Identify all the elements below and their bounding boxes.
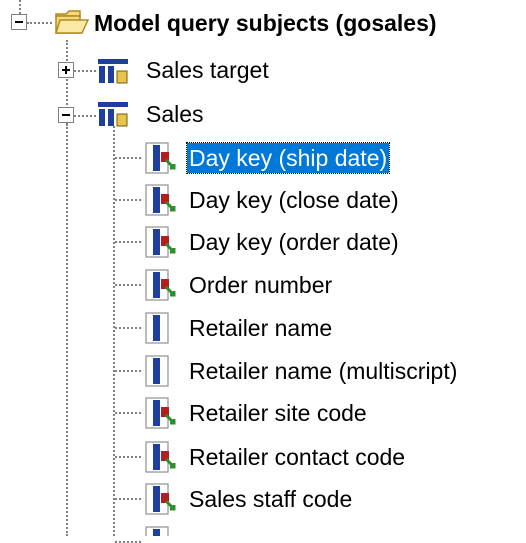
field-item[interactable]: Retailer name — [187, 308, 334, 348]
field-label: Day key (ship date) — [185, 142, 391, 174]
field-label: Retailer name — [189, 315, 333, 341]
identifier-icon — [145, 142, 176, 174]
field-label: Retailer contact code — [189, 444, 406, 470]
tree-node-root[interactable]: Model query subjects (gosales) — [92, 3, 439, 43]
tree-line — [115, 241, 141, 243]
field-label: Day key (close date) — [189, 187, 399, 213]
tree-line — [115, 370, 141, 372]
identifier-icon — [145, 184, 176, 216]
field-label: Order number — [189, 272, 333, 298]
field-item[interactable]: Retailer name (multiscript) — [187, 351, 459, 391]
tree-node-sales[interactable]: Sales — [144, 94, 206, 134]
identifier-icon — [145, 397, 176, 429]
tree-line — [115, 199, 141, 201]
expand-toggle[interactable] — [58, 62, 74, 78]
query-subject-icon — [98, 59, 128, 84]
identifier-icon — [145, 226, 176, 258]
field-item[interactable]: Day key (ship date) — [185, 138, 391, 178]
field-item[interactable]: Retailer site code — [187, 393, 369, 433]
tree-line — [115, 456, 141, 458]
tree-line — [66, 124, 68, 536]
tree-line — [74, 115, 96, 117]
field-item[interactable] — [187, 522, 191, 536]
identifier-icon — [145, 269, 176, 301]
tree-line — [115, 412, 141, 414]
field-item[interactable]: Order number — [187, 265, 334, 305]
field-item[interactable]: Retailer contact code — [187, 437, 407, 477]
tree-line — [115, 498, 141, 500]
tree-line — [115, 157, 141, 159]
field-label — [187, 528, 191, 530]
field-label: Day key (order date) — [189, 229, 399, 255]
collapse-toggle[interactable] — [11, 14, 27, 30]
collapse-toggle[interactable] — [58, 107, 74, 123]
field-item[interactable]: Sales staff code — [187, 479, 354, 519]
field-item[interactable]: Day key (close date) — [187, 180, 401, 220]
tree-line — [113, 126, 115, 536]
tree-node-label: Model query subjects (gosales) — [94, 10, 437, 36]
tree-line — [19, 0, 21, 14]
tree-line — [115, 284, 141, 286]
identifier-icon — [145, 441, 176, 473]
identifier-icon — [145, 526, 169, 536]
field-label: Retailer name (multiscript) — [189, 358, 458, 384]
field-item[interactable]: Day key (order date) — [187, 222, 401, 262]
query-subject-icon — [98, 102, 128, 127]
tree-node-label: Sales target — [146, 57, 269, 83]
field-label: Retailer site code — [189, 400, 367, 426]
tree-line — [27, 22, 52, 24]
tree-node-label: Sales — [146, 101, 204, 127]
field-label: Sales staff code — [189, 486, 353, 512]
attribute-icon — [145, 355, 169, 387]
folder-icon — [54, 10, 90, 34]
tree-node-sales-target[interactable]: Sales target — [144, 50, 271, 90]
tree-view[interactable]: Model query subjects (gosales) Sales tar… — [0, 0, 526, 543]
attribute-icon — [145, 312, 169, 344]
identifier-icon — [145, 483, 176, 515]
tree-line — [74, 70, 96, 72]
tree-line — [115, 327, 141, 329]
